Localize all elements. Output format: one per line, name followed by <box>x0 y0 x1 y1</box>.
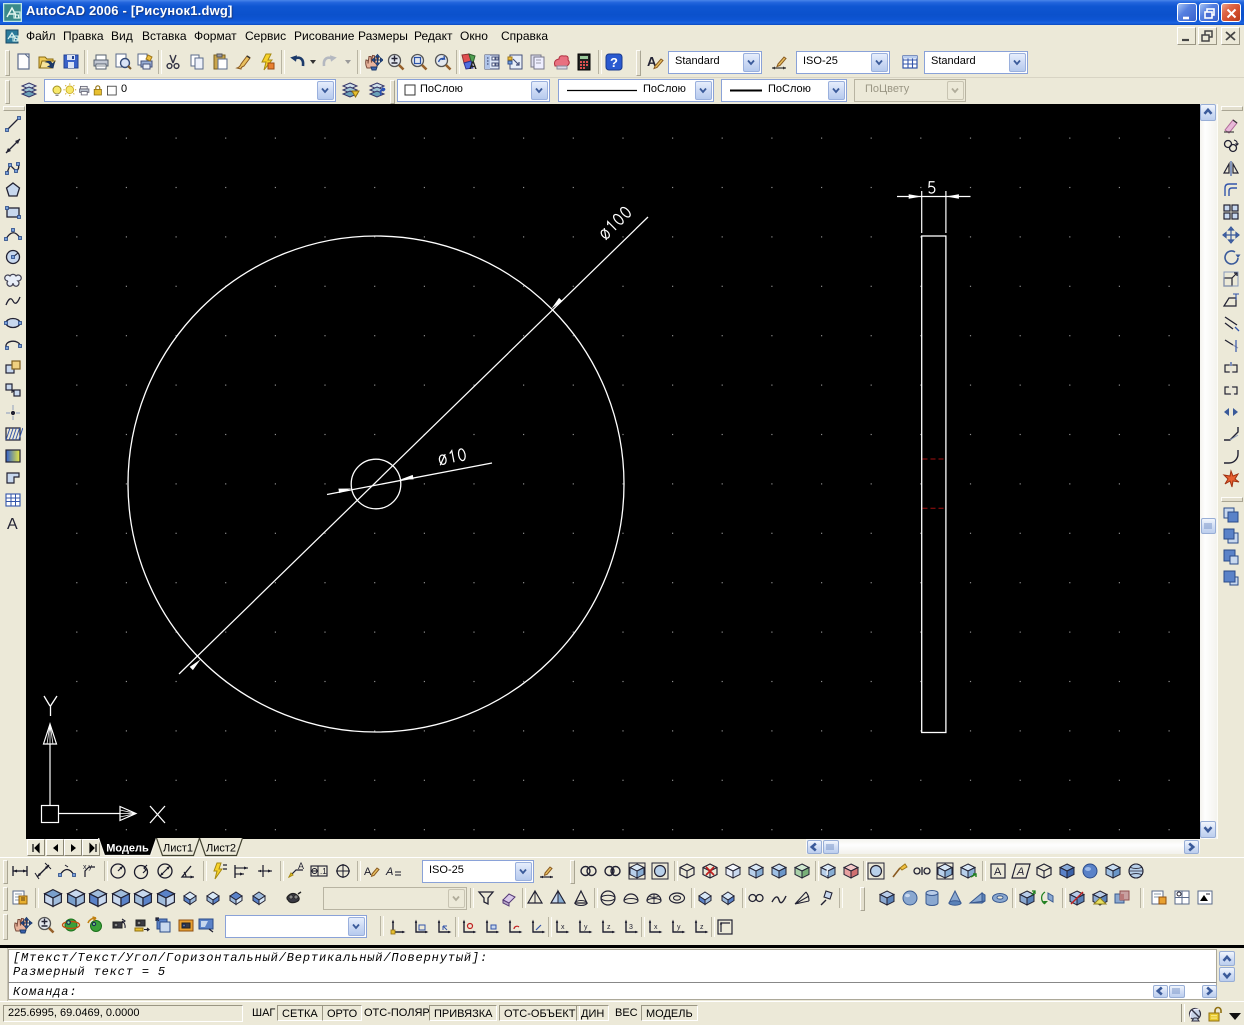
svg-text:Лист2: Лист2 <box>206 843 236 855</box>
svg-text:A: A <box>364 866 372 878</box>
svg-text:A: A <box>994 866 1002 878</box>
svg-text:z: z <box>607 924 611 931</box>
svg-text:.1: .1 <box>320 867 327 876</box>
svg-text:y: y <box>584 924 588 931</box>
svg-text:Лист1: Лист1 <box>163 843 193 855</box>
svg-text:A: A <box>298 861 304 871</box>
svg-text:A: A <box>385 866 393 878</box>
svg-text:x: x <box>561 924 565 931</box>
svg-text:3: 3 <box>629 924 633 931</box>
svg-text:Модель: Модель <box>106 843 149 855</box>
svg-text:y: y <box>677 924 681 931</box>
svg-text:x y: x y <box>83 864 92 871</box>
svg-text:x: x <box>654 924 658 931</box>
svg-text:A: A <box>1016 866 1024 878</box>
svg-text:i: i <box>826 867 829 877</box>
svg-text:z: z <box>700 924 704 931</box>
